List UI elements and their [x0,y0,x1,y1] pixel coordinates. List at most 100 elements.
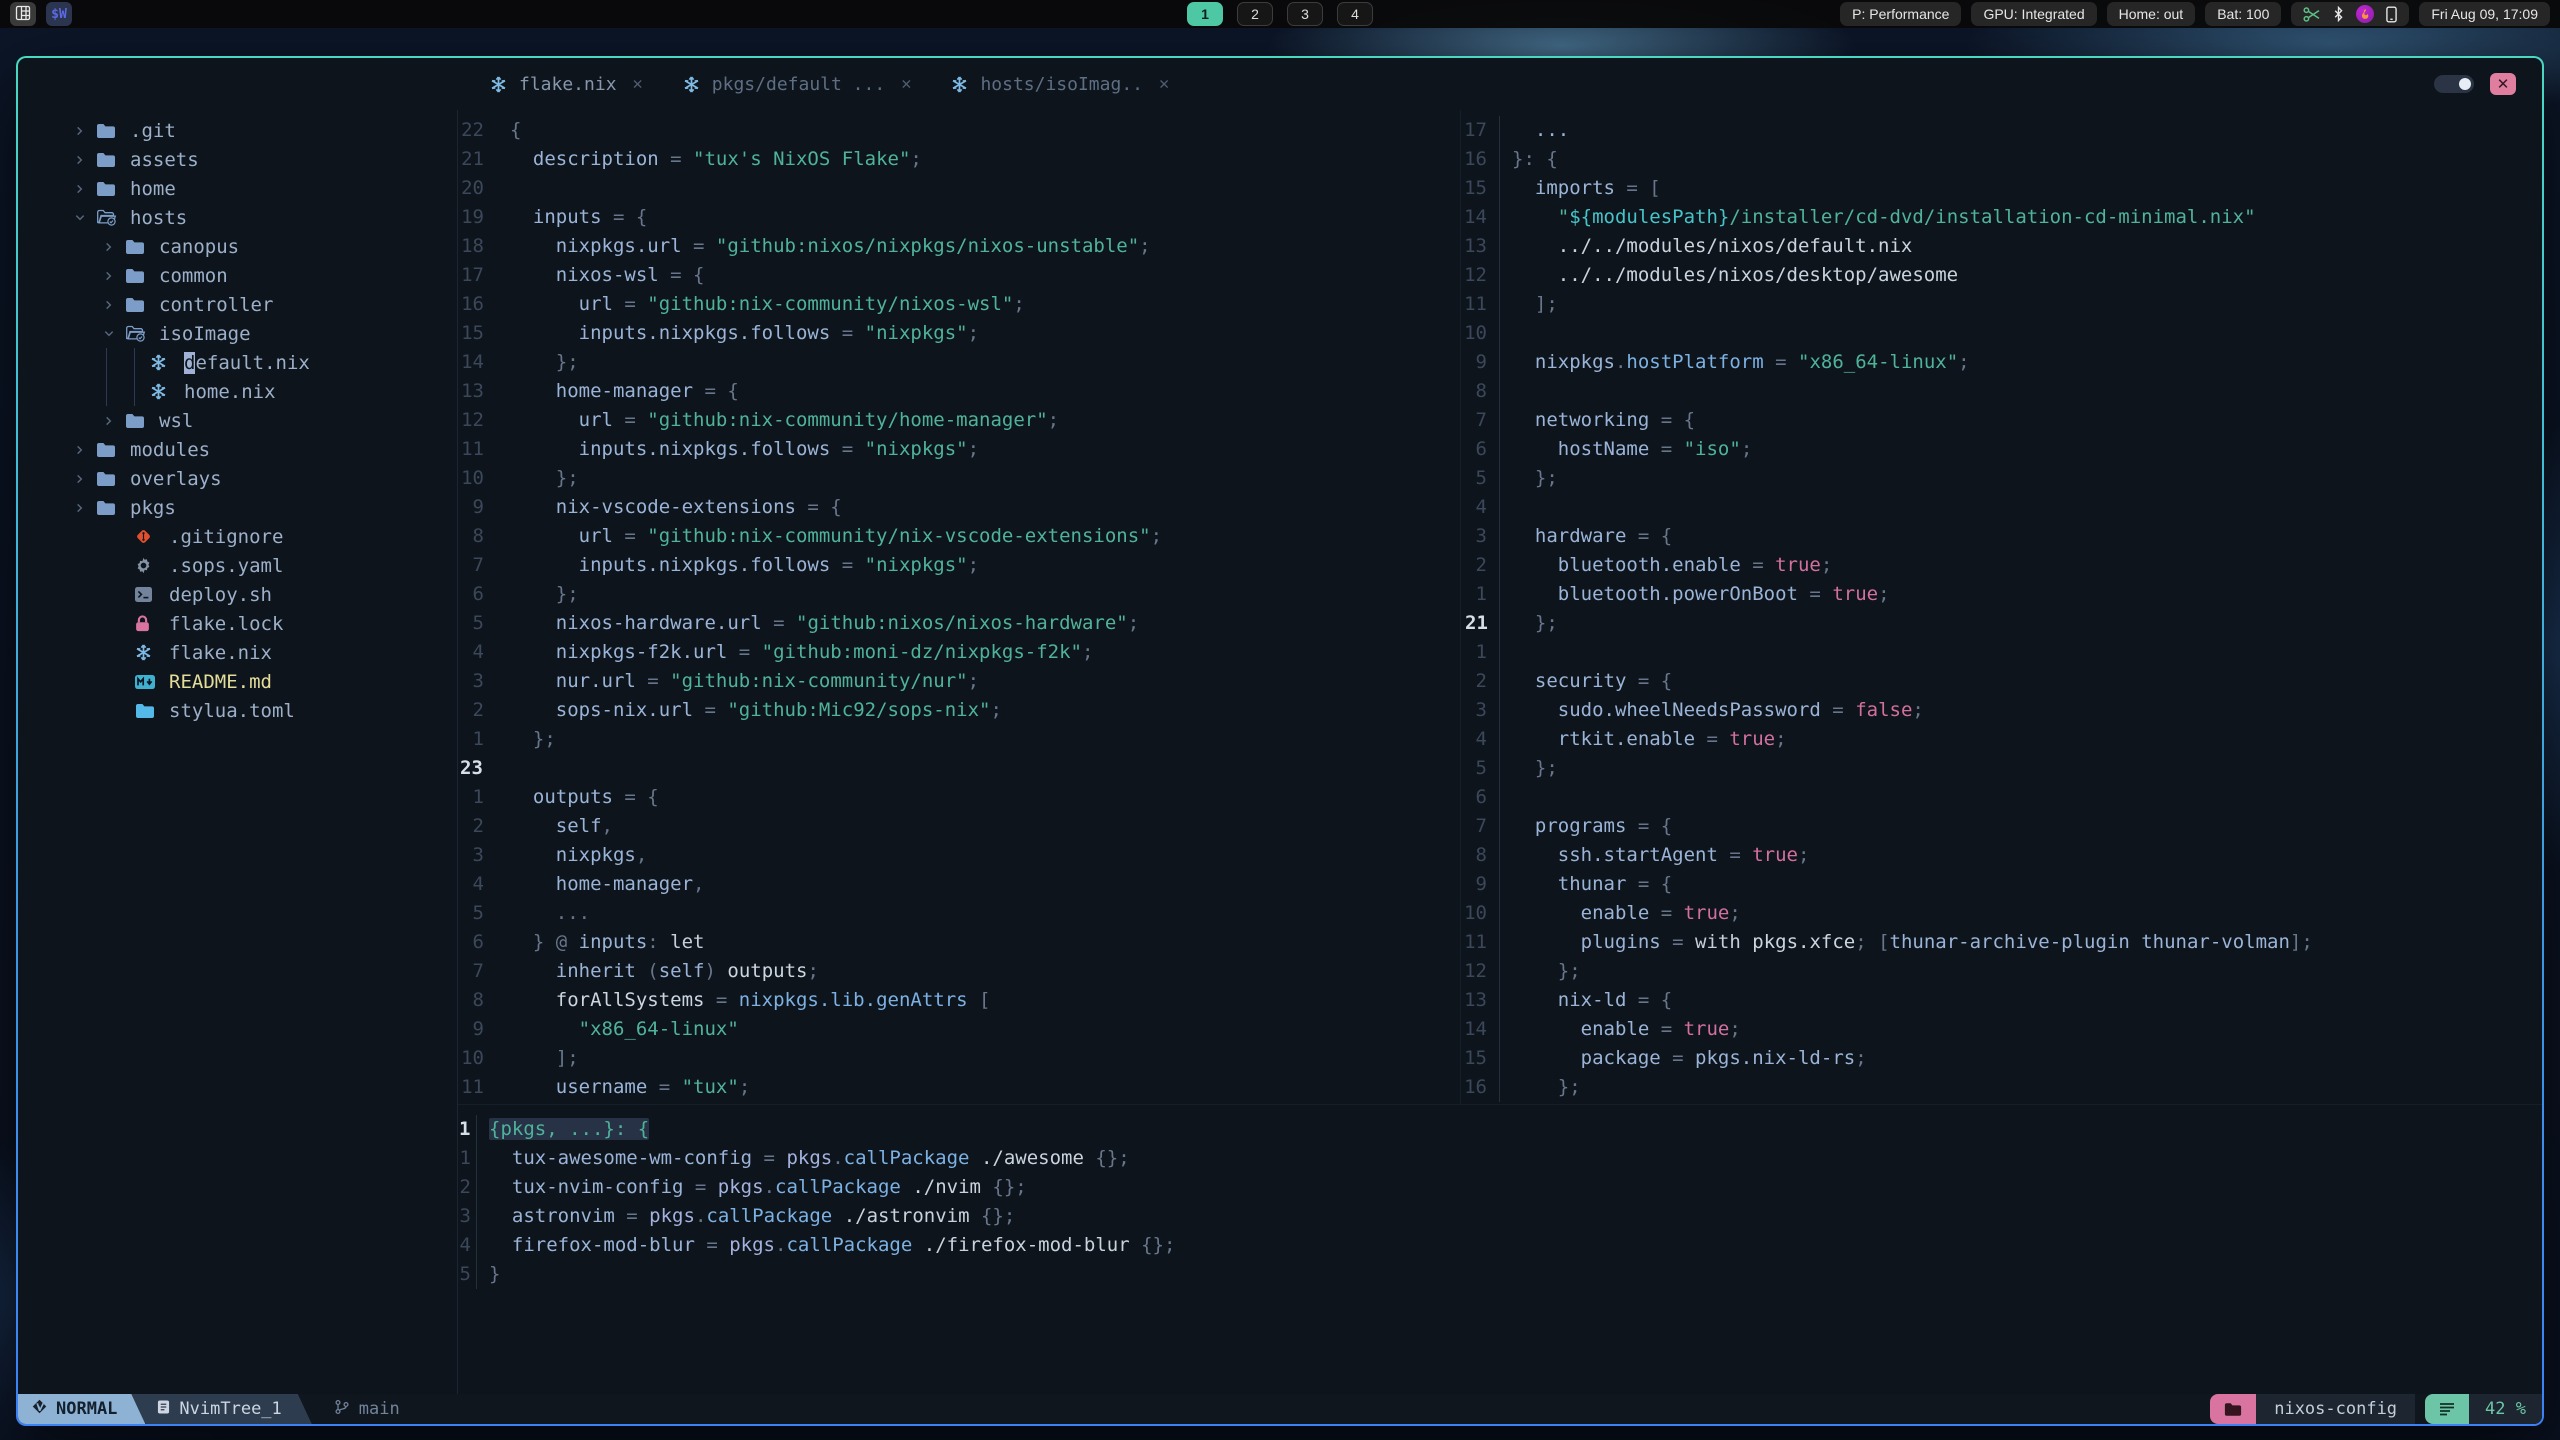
code-line[interactable]: 21 }; [1461,609,2542,638]
code-line[interactable]: 2 tux-nvim-config = pkgs.callPackage ./n… [458,1173,2542,1202]
code-line[interactable]: 5 ... [458,899,1460,928]
tree-item-deploy.sh[interactable]: deploy.sh [18,580,457,609]
code-line[interactable]: 12 }; [1461,957,2542,986]
tree-item-default.nix[interactable]: default.nix [18,348,457,377]
workspace-button-2[interactable]: 2 [1237,2,1273,26]
tree-item-pkgs[interactable]: pkgs [18,493,457,522]
code-line[interactable]: 19 inputs = { [458,203,1460,232]
tab-close-icon[interactable]: ✕ [633,74,643,94]
code-line[interactable]: 1 {pkgs, ...}: { [458,1115,2542,1144]
tab-close-icon[interactable]: ✕ [901,74,911,94]
code-line[interactable]: 12 ../../modules/nixos/desktop/awesome [1461,261,2542,290]
workspace-button-4[interactable]: 4 [1337,2,1373,26]
tree-item-.git[interactable]: .git [18,116,457,145]
code-line[interactable]: 13 nix-ld = { [1461,986,2542,1015]
tree-item-README.md[interactable]: README.md [18,667,457,696]
chevron-right-icon[interactable] [74,154,96,166]
code-line[interactable]: 5 }; [1461,464,2542,493]
code-line[interactable]: 13 home-manager = { [458,377,1460,406]
code-line[interactable]: 9 thunar = { [1461,870,2542,899]
tree-item-wsl[interactable]: wsl [18,406,457,435]
tree-item-home.nix[interactable]: home.nix [18,377,457,406]
code-line[interactable]: 8 url = "github:nix-community/nix-vscode… [458,522,1460,551]
chevron-right-icon[interactable] [74,473,96,485]
code-line[interactable]: 4 nixpkgs-f2k.url = "github:moni-dz/nixp… [458,638,1460,667]
wm-logo-button[interactable]: $W [46,2,72,26]
code-line[interactable]: 9 "x86_64-linux" [458,1015,1460,1044]
code-line[interactable]: 8 [1461,377,2542,406]
flame-icon[interactable] [2356,5,2375,23]
code-line[interactable]: 17 ... [1461,116,2542,145]
code-line[interactable]: 7 inherit (self) outputs; [458,957,1460,986]
code-line[interactable]: 10 [1461,319,2542,348]
code-line[interactable]: 2 bluetooth.enable = true; [1461,551,2542,580]
code-line[interactable]: 6 [1461,783,2542,812]
phone-icon[interactable] [2386,5,2398,23]
code-line[interactable]: 3 nur.url = "github:nix-community/nur"; [458,667,1460,696]
chevron-right-icon[interactable] [103,299,125,311]
tree-item-hosts[interactable]: hosts [18,203,457,232]
code-line[interactable]: 10 enable = true; [1461,899,2542,928]
workspace-button-3[interactable]: 3 [1287,2,1323,26]
chevron-down-icon[interactable] [103,328,125,339]
tree-item-flake.nix[interactable]: flake.nix [18,638,457,667]
tree-item-.sops.yaml[interactable]: .sops.yaml [18,551,457,580]
editor-pane-flake-nix[interactable]: 22{21 description = "tux's NixOS Flake";… [458,110,1460,1104]
code-line[interactable]: 14 }; [458,348,1460,377]
code-line[interactable]: 14 enable = true; [1461,1015,2542,1044]
chevron-right-icon[interactable] [74,125,96,137]
code-line[interactable]: 6 } @ inputs: let [458,928,1460,957]
tree-item-home[interactable]: home [18,174,457,203]
code-line[interactable]: 12 url = "github:nix-community/home-mana… [458,406,1460,435]
code-line[interactable]: 13 ../../modules/nixos/default.nix [1461,232,2542,261]
code-line[interactable]: 3 hardware = { [1461,522,2542,551]
code-line[interactable]: 5 }; [1461,754,2542,783]
code-line[interactable]: 2 security = { [1461,667,2542,696]
toggle-switch[interactable] [2434,75,2474,93]
code-line[interactable]: 7 inputs.nixpkgs.follows = "nixpkgs"; [458,551,1460,580]
code-line[interactable]: 5 nixos-hardware.url = "github:nixos/nix… [458,609,1460,638]
workspace-button-1[interactable]: 1 [1187,2,1223,26]
code-line[interactable]: 10 ]; [458,1044,1460,1073]
scissors-icon[interactable] [2303,6,2321,22]
code-line[interactable]: 3 sudo.wheelNeedsPassword = false; [1461,696,2542,725]
code-line[interactable]: 20 [458,174,1460,203]
tree-item-assets[interactable]: assets [18,145,457,174]
window-close-button[interactable]: ✕ [2490,73,2516,95]
code-line[interactable]: 3 nixpkgs, [458,841,1460,870]
chevron-right-icon[interactable] [103,415,125,427]
tab-flake.nix[interactable]: flake.nix ✕ [470,74,663,95]
code-line[interactable]: 3 astronvim = pkgs.callPackage ./astronv… [458,1202,2542,1231]
code-line[interactable]: 1 [1461,638,2542,667]
code-line[interactable]: 10 }; [458,464,1460,493]
tree-item-flake.lock[interactable]: flake.lock [18,609,457,638]
code-line[interactable]: 14 "${modulesPath}/installer/cd-dvd/inst… [1461,203,2542,232]
tab-close-icon[interactable]: ✕ [1159,74,1169,94]
code-line[interactable]: 8 forAllSystems = nixpkgs.lib.genAttrs [ [458,986,1460,1015]
code-line[interactable]: 15 package = pkgs.nix-ld-rs; [1461,1044,2542,1073]
code-line[interactable]: 11 inputs.nixpkgs.follows = "nixpkgs"; [458,435,1460,464]
code-line[interactable]: 7 networking = { [1461,406,2542,435]
tree-item-isoImage[interactable]: isoImage [18,319,457,348]
tab-hosts-isoImag..[interactable]: hosts/isoImag.. ✕ [931,74,1189,95]
code-line[interactable]: 16}: { [1461,145,2542,174]
code-line[interactable]: 6 hostName = "iso"; [1461,435,2542,464]
code-line[interactable]: 16 }; [1461,1073,2542,1102]
code-line[interactable]: 4 rtkit.enable = true; [1461,725,2542,754]
code-line[interactable]: 23 [458,754,1460,783]
chevron-right-icon[interactable] [74,183,96,195]
app-launcher-button[interactable] [10,2,36,26]
chevron-right-icon[interactable] [103,270,125,282]
code-line[interactable]: 9 nix-vscode-extensions = { [458,493,1460,522]
code-line[interactable]: 15 inputs.nixpkgs.follows = "nixpkgs"; [458,319,1460,348]
code-line[interactable]: 5} [458,1260,2542,1289]
editor-pane-pkgs-default-nix[interactable]: 1 {pkgs, ...}: {1 tux-awesome-wm-config =… [458,1104,2542,1394]
code-line[interactable]: 18 nixpkgs.url = "github:nixos/nixpkgs/n… [458,232,1460,261]
code-line[interactable]: 22 { [458,116,1460,145]
tab-pkgs-default-...[interactable]: pkgs/default ... ✕ [663,74,932,95]
code-line[interactable]: 1 tux-awesome-wm-config = pkgs.callPacka… [458,1144,2542,1173]
code-line[interactable]: 17 nixos-wsl = { [458,261,1460,290]
code-line[interactable]: 1 bluetooth.powerOnBoot = true; [1461,580,2542,609]
code-line[interactable]: 2 self, [458,812,1460,841]
code-line[interactable]: 11 plugins = with pkgs.xfce; [thunar-arc… [1461,928,2542,957]
